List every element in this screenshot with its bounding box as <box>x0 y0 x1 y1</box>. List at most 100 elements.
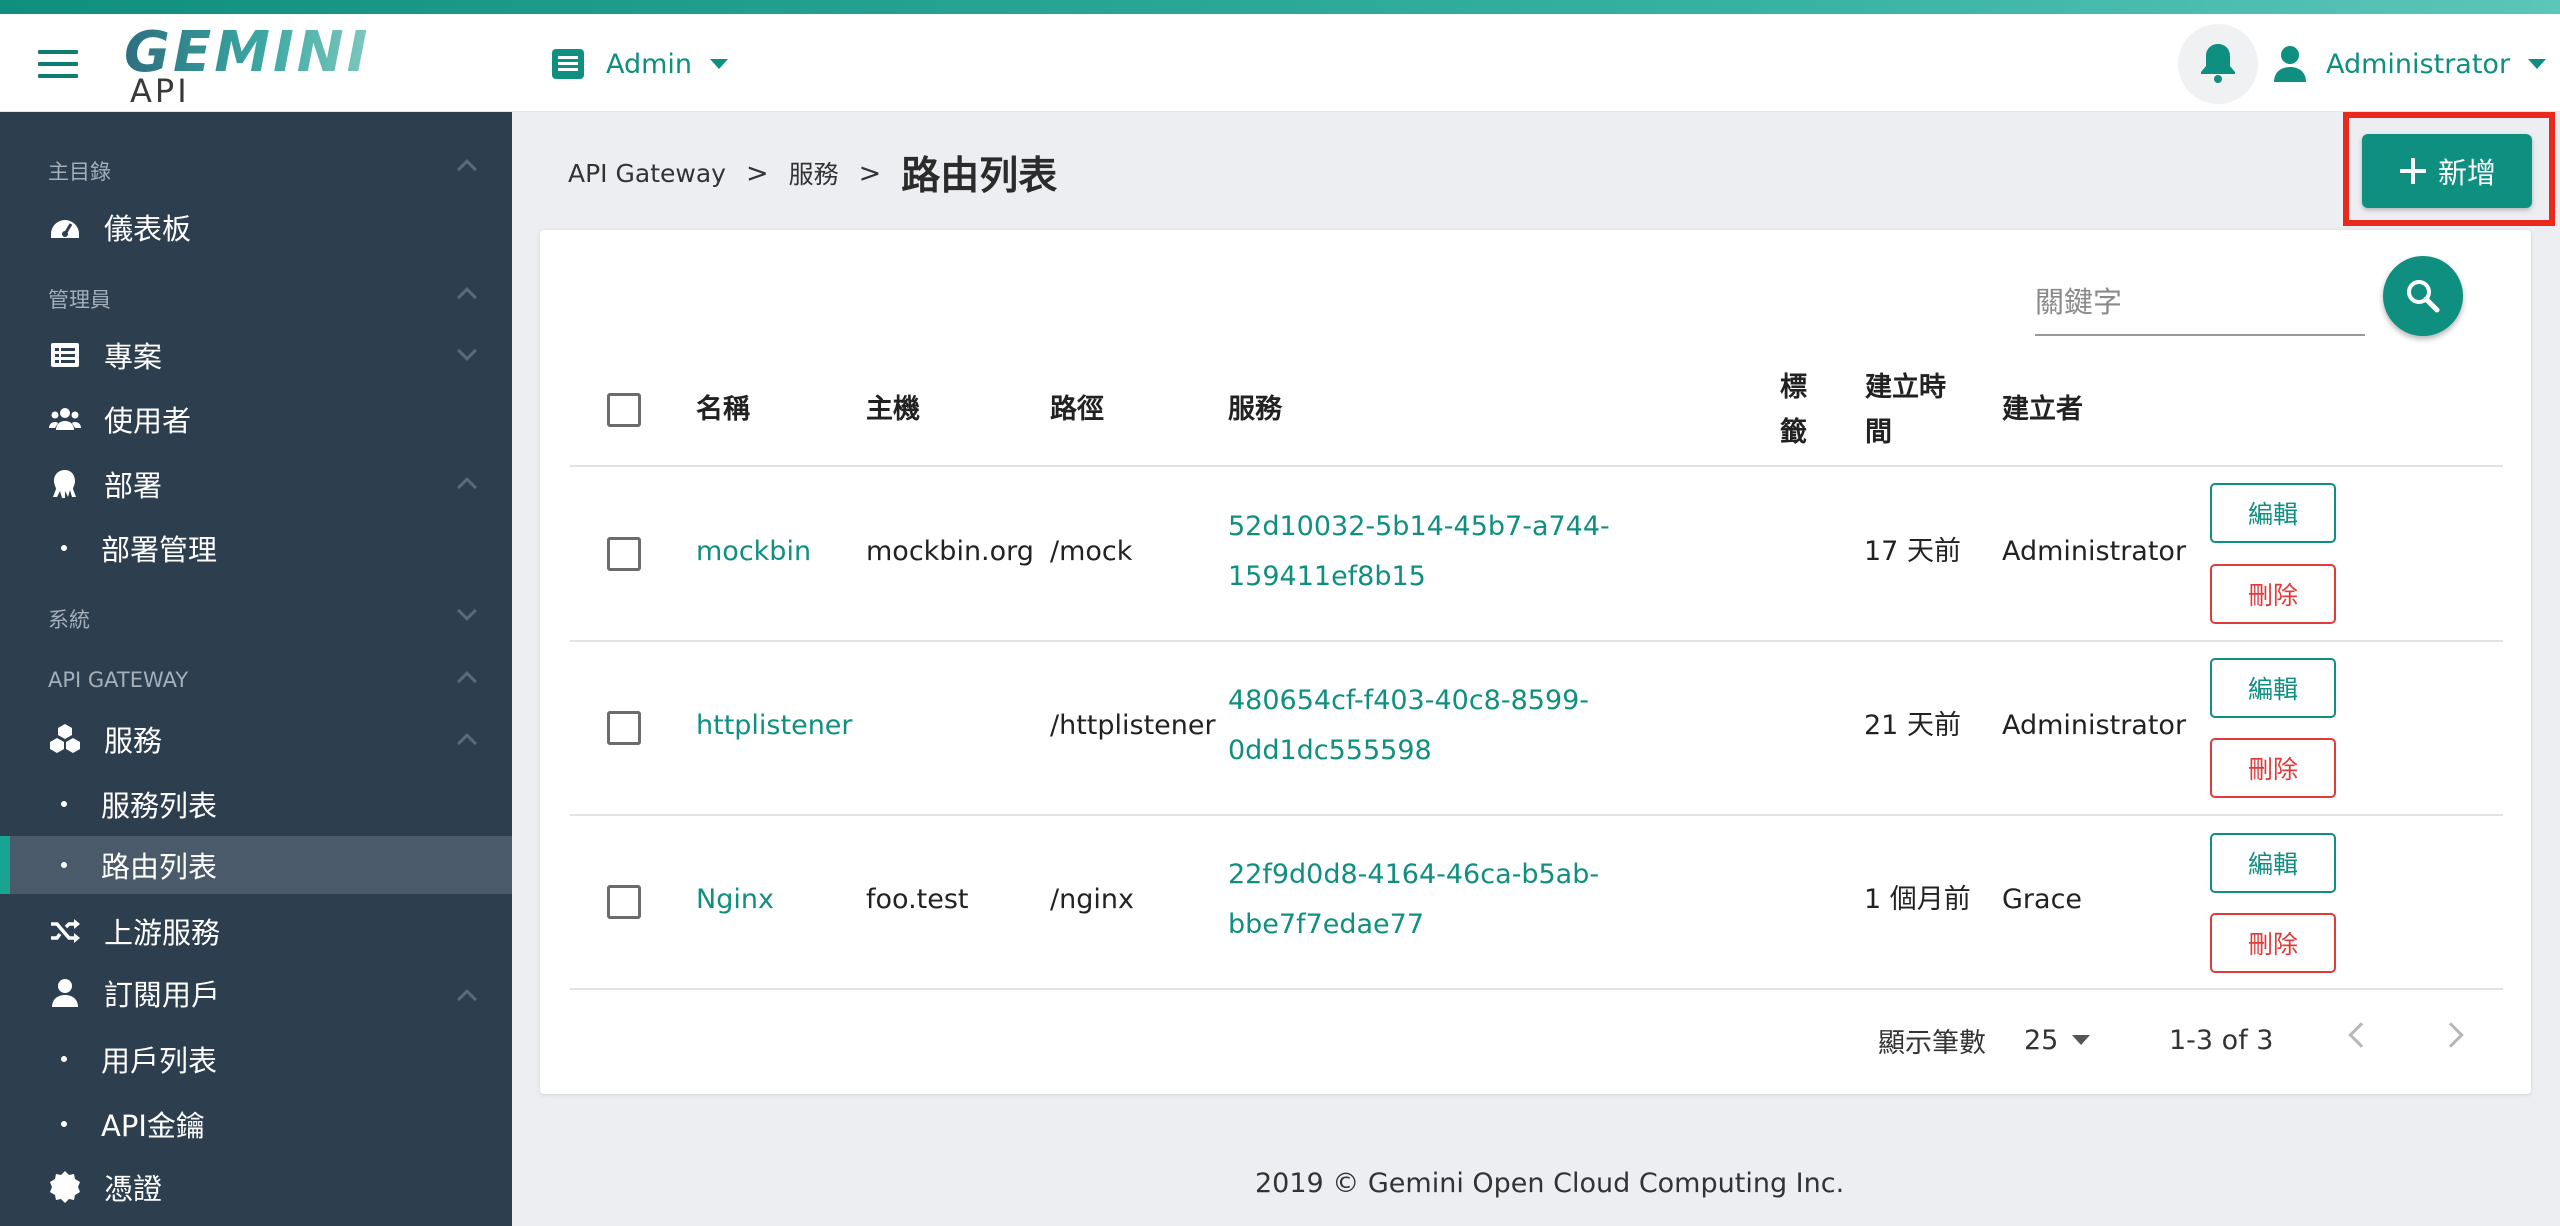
users-icon <box>49 408 81 430</box>
row-divider <box>570 640 2503 642</box>
select-all-checkbox[interactable] <box>607 393 641 427</box>
rows-per-page-select[interactable]: 25 <box>2024 1018 2091 1062</box>
sidebar-item-label: 儀表板 <box>104 212 192 246</box>
row-checkbox[interactable] <box>607 537 641 571</box>
sidebar-item-services[interactable]: 服務 <box>0 710 512 768</box>
search-icon <box>2407 280 2440 313</box>
route-service-link-cont[interactable]: bbe7f7edae77 <box>1228 900 1424 950</box>
row-checkbox[interactable] <box>607 711 641 745</box>
sidebar-item-dashboard[interactable]: 儀表板 <box>0 198 512 256</box>
user-icon <box>2274 46 2306 82</box>
footer-copyright: 2019 © Gemini Open Cloud Computing Inc. <box>1255 1168 1845 1199</box>
bullet-icon <box>61 1056 67 1062</box>
search-field <box>2035 272 2365 336</box>
edit-button[interactable]: 編輯 <box>2210 658 2336 718</box>
notification-bell-icon[interactable] <box>2178 24 2258 104</box>
route-path: /httplistener <box>1050 710 1216 741</box>
page-title: 路由列表 <box>901 154 1058 199</box>
top-header: GEMINI API Manager Admin Administrator <box>0 14 2560 148</box>
column-header-host[interactable]: 主機 <box>866 387 920 433</box>
user-menu[interactable]: Administrator <box>2272 44 2547 84</box>
chevron-up-icon[interactable] <box>457 671 477 691</box>
route-service-link-cont[interactable]: 159411ef8b15 <box>1228 552 1426 602</box>
shuffle-icon <box>51 919 80 943</box>
project-selector[interactable]: Admin <box>552 44 729 84</box>
bullet-icon <box>61 1121 67 1127</box>
user-name: Administrator <box>2326 48 2511 80</box>
row-divider <box>570 814 2503 816</box>
delete-button[interactable]: 刪除 <box>2210 738 2336 798</box>
chevron-up-icon[interactable] <box>457 159 477 179</box>
bullet-icon <box>61 801 67 807</box>
route-service-link[interactable]: 22f9d0d8-4164-46ca-b5ab- <box>1228 850 1599 900</box>
row-checkbox[interactable] <box>607 885 641 919</box>
sidebar-item-route-list[interactable]: 路由列表 <box>0 836 512 894</box>
chevron-down-icon[interactable] <box>457 601 477 621</box>
chevron-down-icon <box>2072 1035 2091 1045</box>
sidebar-item-deploy[interactable]: 部署 <box>0 455 512 513</box>
route-name-link[interactable]: mockbin <box>696 527 811 577</box>
chevron-up-icon[interactable] <box>457 287 477 307</box>
column-header-name[interactable]: 名稱 <box>696 387 750 433</box>
sidebar-item-api-keys[interactable]: API金鑰 <box>0 1095 512 1153</box>
sidebar-item-deploy-manage[interactable]: 部署管理 <box>0 519 512 577</box>
search-input[interactable] <box>2035 272 2365 332</box>
delete-button[interactable]: 刪除 <box>2210 913 2336 973</box>
sidebar-item-label: 服務 <box>104 724 163 758</box>
breadcrumb-services[interactable]: 服務 <box>789 155 839 191</box>
route-host: foo.test <box>866 884 969 915</box>
sidebar-item-label: API金鑰 <box>101 1109 205 1143</box>
sidebar-item-upstream[interactable]: 上游服務 <box>0 902 512 960</box>
add-route-button[interactable]: 新增 <box>2362 134 2532 208</box>
sidebar-item-projects[interactable]: 專案 <box>0 326 512 384</box>
route-creator: Administrator <box>2002 536 2187 567</box>
sidebar-section-system: 系統 <box>48 608 90 632</box>
edit-button[interactable]: 編輯 <box>2210 483 2336 543</box>
next-page-icon[interactable] <box>2438 1022 2464 1048</box>
sidebar-item-label: 專案 <box>104 340 163 374</box>
plus-icon <box>2399 158 2426 184</box>
route-host: mockbin.org <box>866 536 1034 567</box>
route-name-link[interactable]: httplistener <box>696 701 853 751</box>
column-header-tags-1: 標 <box>1780 372 1807 403</box>
route-name-link[interactable]: Nginx <box>696 875 774 925</box>
sidebar-section-api-gateway: API GATEWAY <box>48 668 189 692</box>
column-header-created-2[interactable]: 間 <box>1865 410 1892 456</box>
sidebar-item-label: 路由列表 <box>101 850 218 884</box>
route-table-card: 名稱 主機 路徑 服務 標 籤 建立時 間 建立者 mockbin mockbi… <box>540 230 2531 1094</box>
row-divider <box>570 988 2503 990</box>
delete-button[interactable]: 刪除 <box>2210 564 2336 624</box>
search-button[interactable] <box>2383 256 2463 336</box>
app-logo[interactable]: GEMINI API Manager <box>124 20 367 148</box>
sidebar-item-label: 使用者 <box>104 404 192 438</box>
breadcrumb: API Gateway > 服務 > 路由列表 <box>568 148 1058 199</box>
route-created: 17 天前 <box>1864 536 1961 567</box>
add-button-label: 新增 <box>2437 156 2496 190</box>
chevron-down-icon <box>2528 59 2547 69</box>
column-header-service[interactable]: 服務 <box>1228 387 1282 433</box>
sidebar-item-service-list[interactable]: 服務列表 <box>0 775 512 833</box>
column-header-created-1[interactable]: 建立時 <box>1865 365 1946 411</box>
edit-button[interactable]: 編輯 <box>2210 833 2336 893</box>
prev-page-icon[interactable] <box>2348 1022 2374 1048</box>
project-selector-label: Admin <box>606 48 693 80</box>
route-service-link[interactable]: 52d10032-5b14-45b7-a744- <box>1228 502 1610 552</box>
sidebar-item-certificates[interactable]: 憑證 <box>0 1158 512 1216</box>
list-icon <box>51 343 79 367</box>
sidebar-section-admin: 管理員 <box>48 288 111 312</box>
breadcrumb-separator: > <box>858 157 882 189</box>
sidebar-item-users[interactable]: 使用者 <box>0 390 512 448</box>
breadcrumb-api-gateway[interactable]: API Gateway <box>568 159 726 188</box>
menu-toggle-icon[interactable] <box>38 50 78 78</box>
certificate-icon <box>50 1171 80 1203</box>
route-creator: Administrator <box>2002 710 2187 741</box>
column-header-creator[interactable]: 建立者 <box>2002 387 2083 433</box>
sidebar-item-consumer-list[interactable]: 用戶列表 <box>0 1030 512 1088</box>
route-service-link[interactable]: 480654cf-f403-40c8-8599- <box>1228 676 1589 726</box>
sidebar-item-consumers[interactable]: 訂閱用戶 <box>0 964 512 1022</box>
page-range: 1-3 of 3 <box>2169 1024 2274 1056</box>
column-header-path[interactable]: 路徑 <box>1050 387 1104 433</box>
dashboard-icon <box>51 220 79 238</box>
route-service-link-cont[interactable]: 0dd1dc555598 <box>1228 726 1432 776</box>
sidebar-item-label: 用戶列表 <box>101 1044 218 1078</box>
